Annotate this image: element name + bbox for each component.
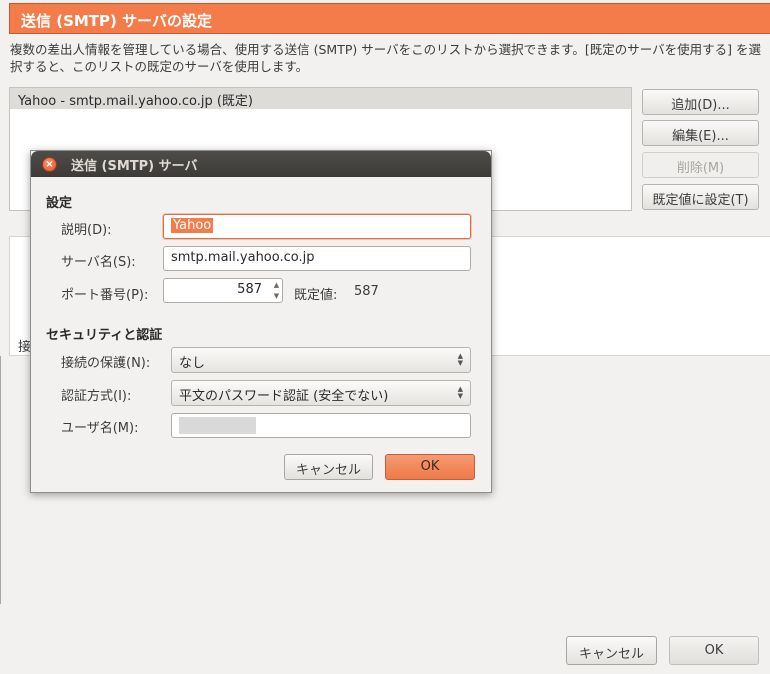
spin-up-icon[interactable]: ▲ xyxy=(272,280,281,290)
delete-button[interactable]: 削除(M) xyxy=(642,152,759,178)
server-name-field[interactable]: smtp.mail.yahoo.co.jp xyxy=(163,246,471,271)
description-value: Yahoo xyxy=(171,218,214,233)
edit-button[interactable]: 編集(E)... xyxy=(642,120,759,146)
dialog-titlebar: 送信 (SMTP) サーバ xyxy=(31,151,491,177)
default-port-label: 既定値: xyxy=(294,288,338,303)
updown-icon: ▲ ▼ xyxy=(457,352,463,367)
masked-username xyxy=(179,417,256,434)
description-field[interactable]: Yahoo xyxy=(163,214,471,239)
auth-method-label: 認証方式(I): xyxy=(61,389,132,404)
dialog-cancel-button[interactable]: キャンセル xyxy=(284,454,373,480)
connection-security-value: なし xyxy=(179,356,206,371)
server-list-item[interactable]: Yahoo - smtp.mail.yahoo.co.jp (既定) xyxy=(10,88,631,109)
add-button[interactable]: 追加(D)... xyxy=(642,89,759,115)
dialog-title: 送信 (SMTP) サーバ xyxy=(71,159,198,174)
close-icon[interactable]: × xyxy=(42,157,57,172)
window-edge xyxy=(0,356,1,604)
dialog-ok-button[interactable]: OK xyxy=(385,454,475,480)
ok-button[interactable]: OK xyxy=(669,636,759,665)
port-value: 587 xyxy=(237,282,262,297)
cancel-button[interactable]: キャンセル xyxy=(566,636,657,665)
updown-icon: ▲ ▼ xyxy=(457,385,463,400)
port-field[interactable]: 587 xyxy=(163,278,283,303)
description-text: 複数の差出人情報を管理している場合、使用する送信 (SMTP) サーバをこのリス… xyxy=(10,42,761,74)
description-label: 説明(D): xyxy=(61,223,112,238)
port-label: ポート番号(P): xyxy=(61,288,149,303)
server-name-label: サーバ名(S): xyxy=(61,255,136,270)
settings-section-header: 設定 xyxy=(46,196,73,211)
window-title: 送信 (SMTP) サーバの設定 xyxy=(9,3,770,34)
spin-down-icon[interactable]: ▼ xyxy=(272,291,281,301)
connection-security-label: 接続の保護(N): xyxy=(61,356,151,371)
auth-method-select[interactable]: 平文のパスワード認証 (安全でない) ▲ ▼ xyxy=(171,380,471,406)
connection-security-select[interactable]: なし ▲ ▼ xyxy=(171,347,471,373)
auth-method-value: 平文のパスワード認証 (安全でない) xyxy=(179,389,389,404)
default-port-value: 587 xyxy=(354,284,379,299)
username-label: ユーザ名(M): xyxy=(61,421,139,436)
security-section-header: セキュリティと認証 xyxy=(46,328,163,343)
smtp-server-dialog: 送信 (SMTP) サーバ × 設定 説明(D): Yahoo サーバ名(S):… xyxy=(30,150,492,493)
username-field[interactable] xyxy=(171,413,471,438)
set-default-button[interactable]: 既定値に設定(T) xyxy=(642,184,759,210)
